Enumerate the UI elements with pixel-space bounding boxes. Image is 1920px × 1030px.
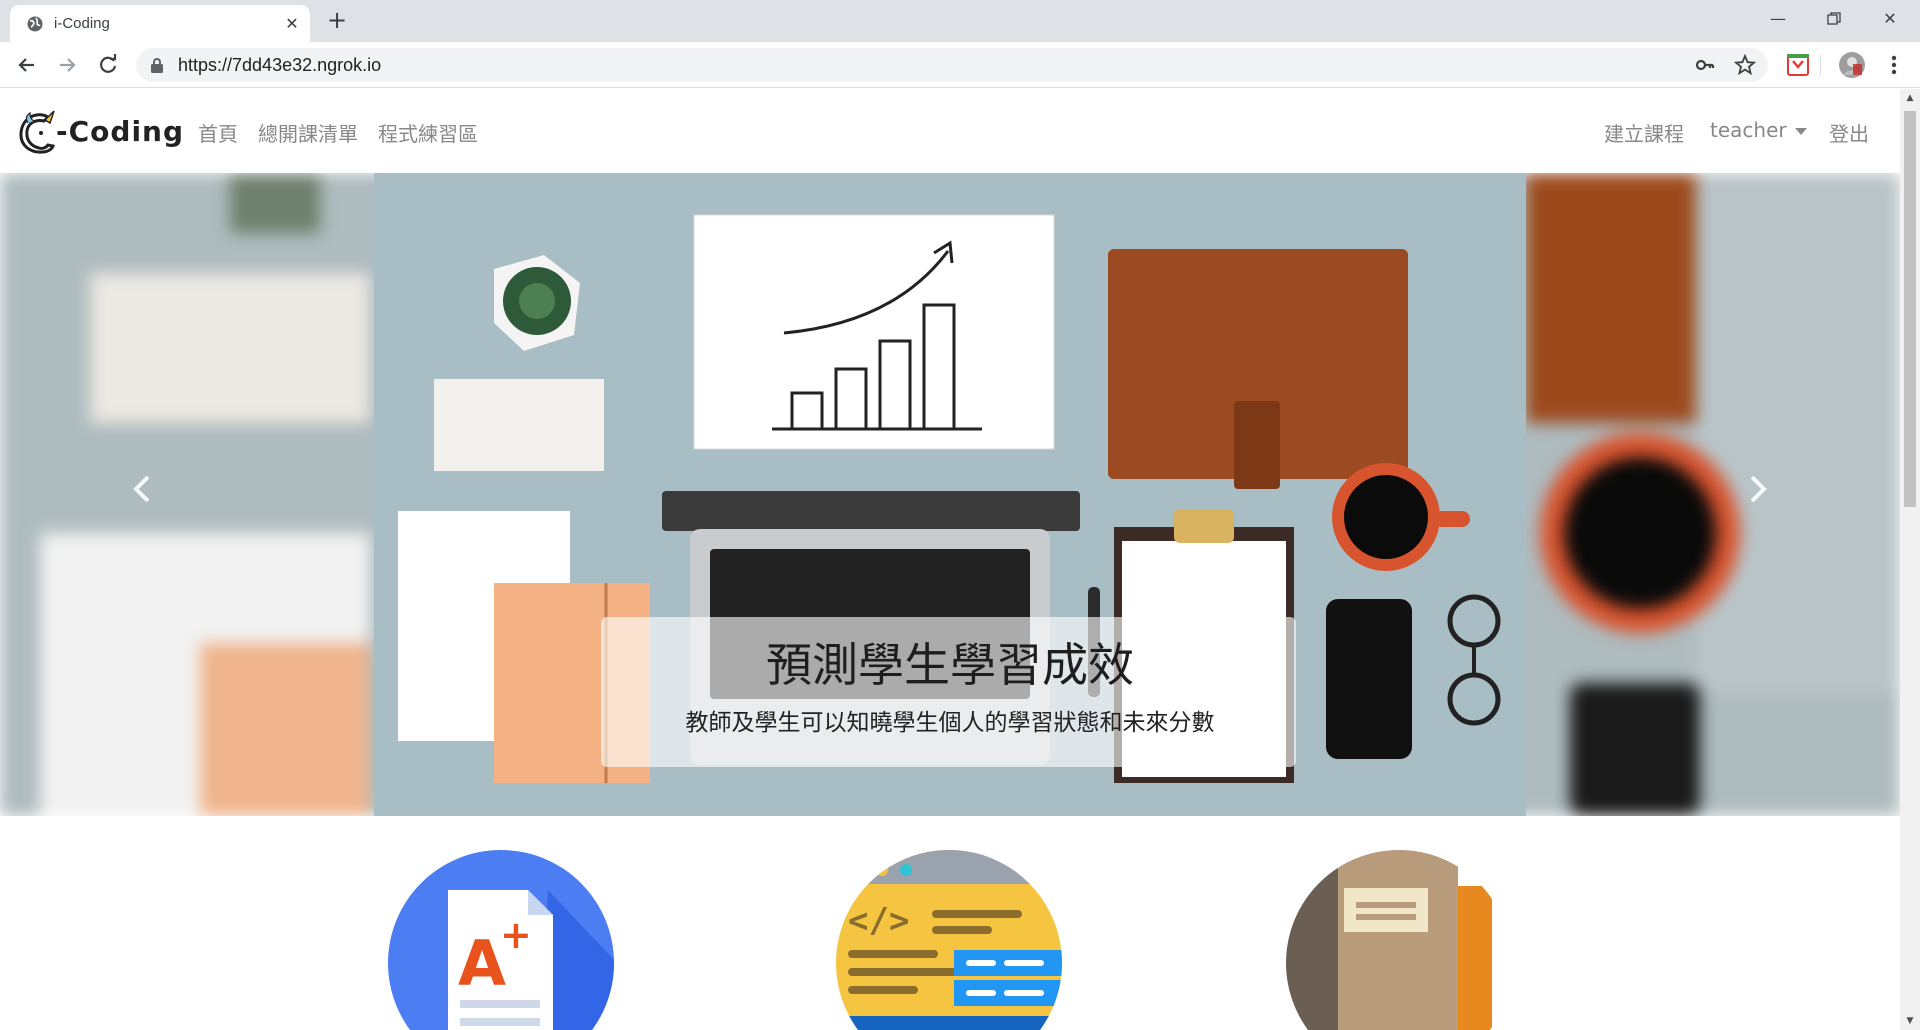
nav-course-list-link[interactable]: 總開課清單 xyxy=(258,118,358,147)
browser-toolbar: https://7dd43e32.ngrok.io xyxy=(0,42,1920,88)
carousel-prev-icon[interactable] xyxy=(128,469,158,509)
browser-tab[interactable]: i-Coding ✕ xyxy=(10,5,310,42)
user-dropdown-toggle[interactable]: teacher xyxy=(1710,118,1807,142)
nav-practice-link[interactable]: 程式練習區 xyxy=(378,118,478,147)
chart-paper-illustration xyxy=(693,214,1055,450)
restore-icon xyxy=(1827,12,1841,25)
extension-icon[interactable] xyxy=(1784,51,1812,79)
svg-text:A: A xyxy=(458,927,506,1000)
bookmark-star-icon[interactable] xyxy=(1734,54,1756,76)
page-viewport: -Coding 首頁 總開課清單 程式練習區 建立課程 teacher 登出 預… xyxy=(0,89,1900,1030)
hero-carousel: 預測學生學習成效 教師及學生可以知曉學生個人的學習狀態和未來分數 xyxy=(0,173,1900,816)
minimize-button[interactable]: — xyxy=(1754,0,1802,38)
features-section: A + </> xyxy=(0,816,1900,1030)
carousel-next-icon[interactable] xyxy=(1742,469,1772,509)
create-course-link[interactable]: 建立課程 xyxy=(1604,118,1684,147)
new-tab-button[interactable]: + xyxy=(324,8,350,34)
user-name: teacher xyxy=(1710,118,1787,142)
brand-text: -Coding xyxy=(56,115,185,148)
reload-icon[interactable] xyxy=(93,50,123,80)
carousel-caption-text: 教師及學生可以知曉學生個人的學習狀態和未來分數 xyxy=(685,710,1215,736)
code-window-icon: </> xyxy=(836,850,1062,1030)
globe-icon xyxy=(27,16,43,32)
browser-tabstrip: i-Coding ✕ + — ✕ xyxy=(0,0,1920,42)
nav-home-link[interactable]: 首頁 xyxy=(198,118,238,147)
address-bar[interactable]: https://7dd43e32.ngrok.io xyxy=(136,48,1768,82)
back-arrow-icon[interactable] xyxy=(12,50,42,80)
page-scrollbar[interactable]: ▲ ▼ xyxy=(1900,89,1920,1030)
carousel-caption-title: 預測學生學習成效 xyxy=(766,638,1134,692)
lock-icon[interactable] xyxy=(150,57,164,73)
url-text[interactable]: https://7dd43e32.ngrok.io xyxy=(178,55,381,76)
toolbar-divider xyxy=(1820,55,1821,75)
logout-link[interactable]: 登出 xyxy=(1829,118,1869,147)
tab-title: i-Coding xyxy=(54,15,110,32)
grade-document-icon: A + xyxy=(388,850,614,1030)
restore-button[interactable] xyxy=(1810,0,1858,38)
scroll-up-icon[interactable]: ▲ xyxy=(1900,89,1920,107)
scroll-down-icon[interactable]: ▼ xyxy=(1900,1012,1920,1030)
svg-text:</>: </> xyxy=(848,901,909,941)
scrollbar-thumb[interactable] xyxy=(1904,111,1916,507)
key-icon[interactable] xyxy=(1694,54,1716,76)
close-tab-icon[interactable]: ✕ xyxy=(282,14,302,34)
menu-dots-icon[interactable] xyxy=(1880,51,1908,79)
avatar[interactable] xyxy=(1838,51,1866,79)
unicorn-logo-icon xyxy=(19,110,55,154)
caret-down-icon xyxy=(1794,128,1807,135)
notebook-icon xyxy=(1286,850,1512,1030)
forward-arrow-icon[interactable] xyxy=(52,50,82,80)
site-navbar: -Coding 首頁 總開課清單 程式練習區 建立課程 teacher 登出 xyxy=(0,89,1900,173)
close-window-button[interactable]: ✕ xyxy=(1866,0,1914,38)
svg-text:+: + xyxy=(500,913,532,957)
